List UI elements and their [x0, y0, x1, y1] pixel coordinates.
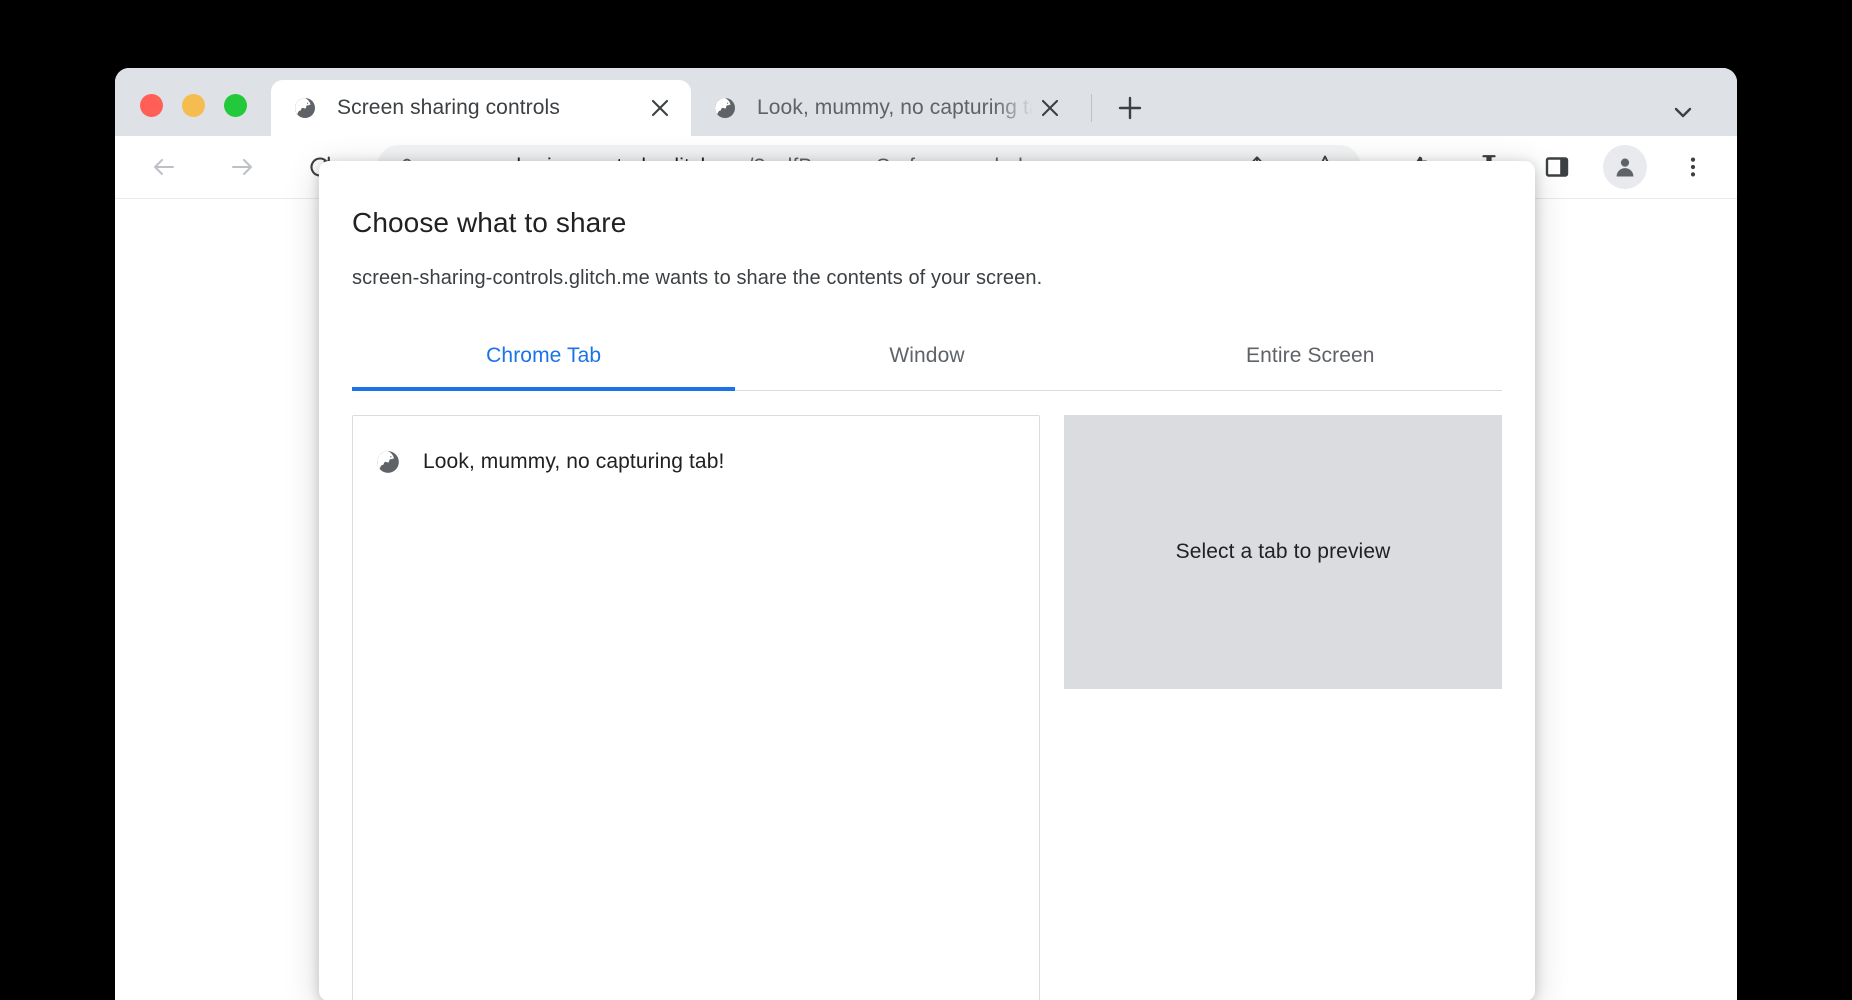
dialog-title: Choose what to share	[352, 207, 627, 238]
tab-title: Screen sharing controls	[337, 96, 560, 119]
close-window-button[interactable]	[140, 94, 163, 117]
new-tab-button[interactable]	[1108, 86, 1152, 130]
close-icon	[1041, 99, 1059, 117]
dialog-tab-window[interactable]: Window	[735, 334, 1118, 390]
page-content: Choose what to share screen-sharing-cont…	[115, 161, 1737, 1000]
dialog-tab-bar: Chrome Tab Window Entire Screen	[352, 334, 1502, 391]
preview-box: Select a tab to preview	[1064, 415, 1502, 689]
tab-strip: Screen sharing controls Look, mummy, no …	[115, 68, 1737, 136]
side-panel-icon	[1545, 157, 1569, 177]
traffic-lights	[140, 94, 247, 117]
screenshot-root: Screen sharing controls Look, mummy, no …	[0, 0, 1852, 1000]
plus-icon	[1118, 96, 1142, 120]
browser-tab-screen-sharing-controls[interactable]: Screen sharing controls	[271, 80, 691, 136]
globe-icon	[295, 98, 315, 118]
screen-share-dialog: Choose what to share screen-sharing-cont…	[319, 161, 1535, 1000]
three-dot-menu-icon	[1690, 157, 1696, 177]
dialog-tab-entire-screen[interactable]: Entire Screen	[1119, 334, 1502, 390]
profile-button[interactable]	[1603, 145, 1647, 189]
back-arrow-icon	[154, 159, 174, 175]
tab-separator	[1091, 94, 1092, 122]
back-button[interactable]	[141, 144, 187, 190]
avatar-icon	[1616, 158, 1634, 177]
maximize-window-button[interactable]	[224, 94, 247, 117]
list-item-label: Look, mummy, no capturing tab!	[423, 450, 725, 473]
share-source-list[interactable]: Look, mummy, no capturing tab!	[352, 415, 1040, 1000]
globe-icon	[377, 451, 399, 473]
browser-tab-look-mummy-no-capturing-tab[interactable]: Look, mummy, no capturing tab!	[691, 80, 1081, 136]
preview-placeholder-text: Select a tab to preview	[1175, 540, 1391, 563]
dialog-tab-chrome-tab[interactable]: Chrome Tab	[352, 334, 736, 391]
minimize-window-button[interactable]	[182, 94, 205, 117]
chevron-down-icon	[1674, 107, 1692, 118]
side-panel-button[interactable]	[1535, 145, 1579, 189]
tab-search-button[interactable]	[1661, 90, 1705, 134]
tabs-row: Screen sharing controls Look, mummy, no …	[271, 68, 1152, 136]
close-icon	[651, 99, 669, 117]
dialog-subtitle: screen-sharing-controls.glitch.me wants …	[352, 267, 1043, 289]
forward-arrow-icon	[232, 159, 252, 175]
browser-window: Screen sharing controls Look, mummy, no …	[115, 68, 1737, 1000]
tab-close-button[interactable]	[643, 91, 677, 125]
browser-menu-button[interactable]	[1671, 145, 1715, 189]
list-item[interactable]: Look, mummy, no capturing tab!	[353, 438, 1039, 486]
preview-pane: Select a tab to preview	[1064, 415, 1502, 1000]
globe-icon	[715, 98, 735, 118]
dialog-content: Look, mummy, no capturing tab! Select a …	[352, 415, 1502, 1000]
forward-button[interactable]	[219, 144, 265, 190]
tab-title: Look, mummy, no capturing tab!	[757, 96, 1033, 119]
tab-close-button[interactable]	[1033, 91, 1067, 125]
